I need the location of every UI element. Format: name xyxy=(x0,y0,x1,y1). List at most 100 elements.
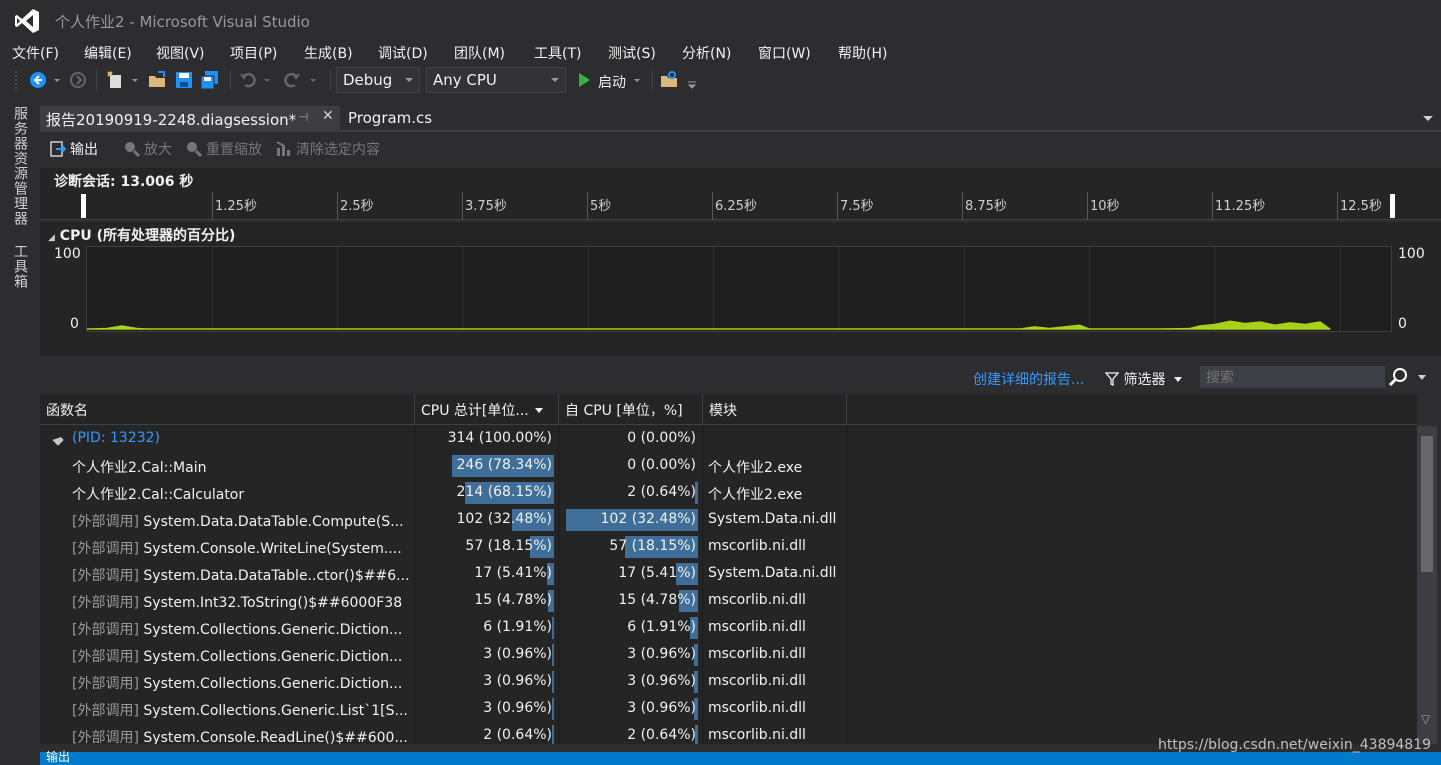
reset-zoom-button[interactable]: 重置缩放 xyxy=(186,139,262,159)
new-dropdown-icon[interactable] xyxy=(130,70,140,90)
self-cpu-value: 102 (32.48%) xyxy=(600,511,696,527)
output-panel-header[interactable]: 输出 xyxy=(40,750,1441,765)
menu-window[interactable]: 窗口(W) xyxy=(758,43,811,63)
find-in-files-icon[interactable] xyxy=(660,70,680,90)
total-cpu-cell: 314 (100.00%) xyxy=(415,426,559,453)
timeline-end-handle[interactable] xyxy=(1390,194,1395,218)
module-cell: mscorlib.ni.dll xyxy=(703,669,847,696)
table-row[interactable]: [外部调用] System.Data.DataTable..ctor()$##6… xyxy=(40,561,847,588)
search-icon[interactable] xyxy=(1388,367,1408,387)
save-icon[interactable] xyxy=(174,70,194,90)
table-row[interactable]: [外部调用] System.Collections.Generic.Dictio… xyxy=(40,669,847,696)
function-name-cell: [外部调用] System.Data.DataTable.Compute(S..… xyxy=(40,507,415,534)
total-cpu-value: 15 (4.78%) xyxy=(474,592,552,608)
navigate-back-icon[interactable] xyxy=(28,70,48,90)
self-cpu-cell: 2 (0.64%) xyxy=(559,723,703,744)
table-row[interactable]: 个人作业2.Cal::Calculator 214 (68.15%) 2 (0.64… xyxy=(40,480,847,507)
tab-program-cs[interactable]: Program.cs xyxy=(342,106,438,132)
server-explorer-tab[interactable]: 服务器资源管理器 xyxy=(10,106,30,226)
cpu-chart[interactable] xyxy=(86,246,1392,332)
menu-tools[interactable]: 工具(T) xyxy=(534,43,581,63)
table-row[interactable]: [外部调用] System.Collections.Generic.Dictio… xyxy=(40,642,847,669)
start-dropdown-icon[interactable] xyxy=(632,70,642,90)
table-row[interactable]: [外部调用] System.Int32.ToString()$##6000F38… xyxy=(40,588,847,615)
self-cpu-cell: 3 (0.96%) xyxy=(559,696,703,723)
ruler-tick-label: 5秒 xyxy=(590,199,612,214)
solution-configuration-select[interactable]: Debug xyxy=(336,67,420,93)
filter-button[interactable]: 筛选器 xyxy=(1104,369,1182,389)
redo-icon[interactable] xyxy=(282,70,302,90)
ruler-tick-label: 1.25秒 xyxy=(215,199,257,214)
column-header-module[interactable]: 模块 xyxy=(703,394,847,425)
search-options-dropdown-icon[interactable] xyxy=(1418,375,1426,380)
create-detailed-report-link[interactable]: 创建详细的报告... xyxy=(973,369,1084,389)
column-header-total-cpu[interactable]: CPU 总计[单位... xyxy=(415,394,559,425)
undo-dropdown-icon[interactable] xyxy=(262,70,272,90)
solution-platform-select[interactable]: Any CPU xyxy=(426,67,566,93)
menu-debug[interactable]: 调试(D) xyxy=(378,43,428,63)
scroll-down-icon[interactable]: ▽ xyxy=(1421,712,1433,726)
toolbar-overflow-icon[interactable] xyxy=(686,70,698,90)
collapse-triangle-icon[interactable]: ◢ xyxy=(48,233,55,243)
table-row[interactable]: 个人作业2.Cal::Main 246 (78.34%) 0 (0.00%) 个人作业… xyxy=(40,453,847,480)
menu-analyze[interactable]: 分析(N) xyxy=(682,43,731,63)
total-cpu-cell: 6 (1.91%) xyxy=(415,615,559,642)
toolbar-grip[interactable] xyxy=(14,70,18,92)
back-dropdown-icon[interactable] xyxy=(52,70,62,90)
menu-edit[interactable]: 编辑(E) xyxy=(84,43,132,63)
tab-list-dropdown-icon[interactable] xyxy=(1423,116,1433,121)
table-row[interactable]: [外部调用] System.Collections.Generic.Dictio… xyxy=(40,615,847,642)
column-header-self-cpu[interactable]: 自 CPU [单位，%] xyxy=(559,394,703,425)
menu-team[interactable]: 团队(M) xyxy=(454,43,505,63)
menu-view[interactable]: 视图(V) xyxy=(156,43,205,63)
timeline-start-handle[interactable] xyxy=(81,194,86,218)
new-project-icon[interactable] xyxy=(106,70,126,90)
tab-diagsession[interactable]: 报告20190919-2248.diagsession* ⊣ ✕ xyxy=(40,106,340,132)
pin-icon[interactable]: ⊣ xyxy=(298,110,308,124)
column-header-function-name[interactable]: 函数名 xyxy=(40,394,415,425)
table-row[interactable]: [外部调用] System.Console.ReadLine()$##600..… xyxy=(40,723,847,744)
self-cpu-cell: 2 (0.64%) xyxy=(559,480,703,507)
search-input[interactable] xyxy=(1200,366,1385,388)
scrollbar-thumb[interactable] xyxy=(1421,436,1433,572)
menu-build[interactable]: 生成(B) xyxy=(304,43,353,63)
start-play-icon[interactable] xyxy=(574,70,594,90)
undo-icon[interactable] xyxy=(238,70,258,90)
toolbar-separator xyxy=(330,70,331,90)
total-cpu-cell: 102 (32.48%) xyxy=(415,507,559,534)
ruler-tick-label: 11.25秒 xyxy=(1215,199,1266,214)
ruler-tick-label: 3.75秒 xyxy=(465,199,507,214)
redo-dropdown-icon[interactable] xyxy=(308,70,318,90)
open-file-icon[interactable] xyxy=(148,70,168,90)
navigate-forward-icon[interactable] xyxy=(68,70,88,90)
external-call-prefix: [外部调用] xyxy=(72,622,139,638)
zoom-in-button[interactable]: 放大 xyxy=(124,139,172,159)
output-button[interactable]: 输出 xyxy=(50,139,98,159)
function-name: System.Collections.Generic.Diction... xyxy=(143,676,403,692)
menu-test[interactable]: 测试(S) xyxy=(608,43,656,63)
ruler-tick-label: 6.25秒 xyxy=(715,199,757,214)
table-vertical-scrollbar[interactable]: ▽ xyxy=(1417,426,1437,744)
table-row[interactable]: (PID: 13232) 314 (100.00%) 0 (0.00%) xyxy=(40,426,847,453)
menu-help[interactable]: 帮助(H) xyxy=(838,43,887,63)
table-row[interactable]: [外部调用] System.Data.DataTable.Compute(S..… xyxy=(40,507,847,534)
menu-project[interactable]: 项目(P) xyxy=(230,43,277,63)
ruler-tick-label: 8.75秒 xyxy=(965,199,1007,214)
expand-triangle-icon[interactable] xyxy=(52,434,64,446)
window-title: 个人作业2 - Microsoft Visual Studio xyxy=(55,13,310,31)
cpu-section-title[interactable]: ◢ CPU (所有处理器的百分比) xyxy=(48,225,235,245)
table-row[interactable]: [外部调用] System.Console.WriteLine(System..… xyxy=(40,534,847,561)
toolbar-separator xyxy=(230,70,231,90)
table-row[interactable]: [外部调用] System.Collections.Generic.List`1… xyxy=(40,696,847,723)
toolbox-tab[interactable]: 工具箱 xyxy=(10,244,30,289)
clear-selection-button[interactable]: 清除选定内容 xyxy=(276,139,380,159)
self-cpu-value: 3 (0.96%) xyxy=(627,673,696,689)
save-all-icon[interactable] xyxy=(200,70,220,90)
function-name-cell: [外部调用] System.Int32.ToString()$##6000F38 xyxy=(40,588,415,615)
self-cpu-cell: 0 (0.00%) xyxy=(559,426,703,453)
menu-file[interactable]: 文件(F) xyxy=(12,43,59,63)
start-button-label[interactable]: 启动 xyxy=(598,72,626,92)
close-icon[interactable]: ✕ xyxy=(322,108,334,124)
timeline-ruler[interactable]: 1.25秒 2.5秒 3.75秒 5秒 6.25秒 7.5秒 8.75秒 10秒… xyxy=(40,192,1441,220)
chevron-down-icon xyxy=(405,78,413,82)
